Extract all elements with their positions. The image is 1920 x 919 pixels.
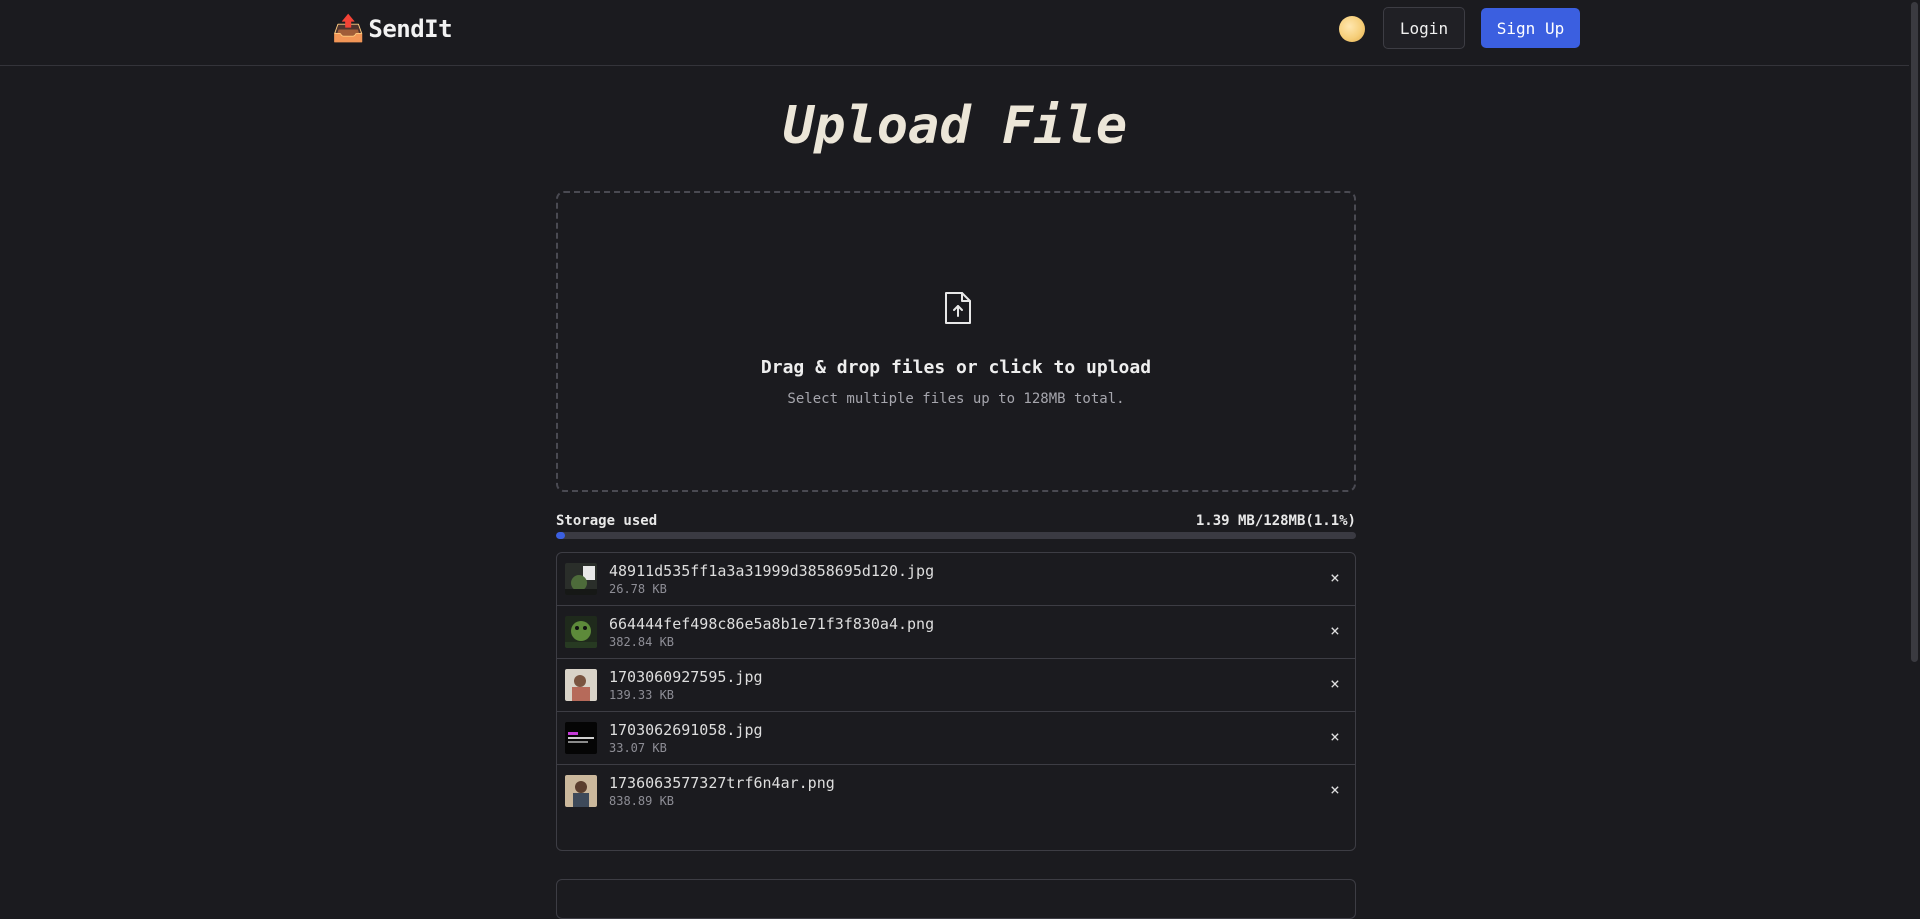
brand-name: SendIt [368, 15, 453, 43]
file-list-item: 1736063577327trf6n4ar.png 838.89 KB × [557, 765, 1355, 818]
login-button[interactable]: Login [1383, 7, 1465, 49]
file-size: 139.33 KB [609, 688, 675, 702]
storage-value: 1.39 MB/128MB(1.1%) [1195, 513, 1356, 529]
file-thumbnail [565, 722, 597, 754]
storage-progress-bar [556, 532, 1356, 539]
dropzone-title: Drag & drop files or click to upload [760, 357, 1152, 378]
theme-toggle-moon-icon[interactable] [1339, 16, 1365, 42]
dropzone-subtitle: Select multiple files up to 128MB total. [787, 391, 1125, 407]
page-scrollbar[interactable] [1909, 0, 1920, 897]
storage-progress-fill [556, 532, 565, 539]
file-thumbnail [565, 616, 597, 648]
file-name: 1703060927595.jpg [609, 668, 763, 686]
page-title: Upload File [782, 96, 1128, 156]
storage-label: Storage used [556, 513, 658, 529]
file-thumbnail [565, 563, 597, 595]
file-name: 1703062691058.jpg [609, 721, 763, 739]
file-list: 48911d535ff1a3a31999d3858695d120.jpg 26.… [556, 552, 1356, 851]
file-name: 664444fef498c86e5a8b1e71f3f830a4.png [609, 615, 935, 633]
file-list-item: 1703060927595.jpg 139.33 KB × [557, 659, 1355, 712]
file-list-item: 48911d535ff1a3a31999d3858695d120.jpg 26.… [557, 553, 1355, 606]
upload-dropzone[interactable]: Drag & drop files or click to upload Sel… [556, 191, 1356, 492]
remove-file-button[interactable]: × [1325, 727, 1345, 747]
outbox-tray-icon: 📤 [332, 14, 365, 44]
file-thumbnail [565, 775, 597, 807]
brand-logo[interactable]: 📤 SendIt [332, 14, 453, 44]
file-thumbnail [565, 669, 597, 701]
remove-file-button[interactable]: × [1325, 568, 1345, 588]
file-size: 33.07 KB [609, 741, 667, 755]
scrollbar-thumb[interactable] [1911, 2, 1918, 662]
file-list-item: 1703062691058.jpg 33.07 KB × [557, 712, 1355, 765]
remove-file-button[interactable]: × [1325, 780, 1345, 800]
file-size: 838.89 KB [609, 794, 675, 808]
file-name: 1736063577327trf6n4ar.png [609, 774, 835, 792]
top-navbar: 📤 SendIt Login Sign Up [0, 0, 1920, 66]
file-name: 48911d535ff1a3a31999d3858695d120.jpg [609, 562, 935, 580]
sign-up-button[interactable]: Sign Up [1481, 8, 1580, 48]
bottom-card [556, 879, 1356, 919]
file-size: 26.78 KB [609, 582, 667, 596]
file-size: 382.84 KB [609, 635, 675, 649]
remove-file-button[interactable]: × [1325, 621, 1345, 641]
file-list-item: 664444fef498c86e5a8b1e71f3f830a4.png 382… [557, 606, 1355, 659]
remove-file-button[interactable]: × [1325, 674, 1345, 694]
file-upload-icon [945, 292, 971, 324]
